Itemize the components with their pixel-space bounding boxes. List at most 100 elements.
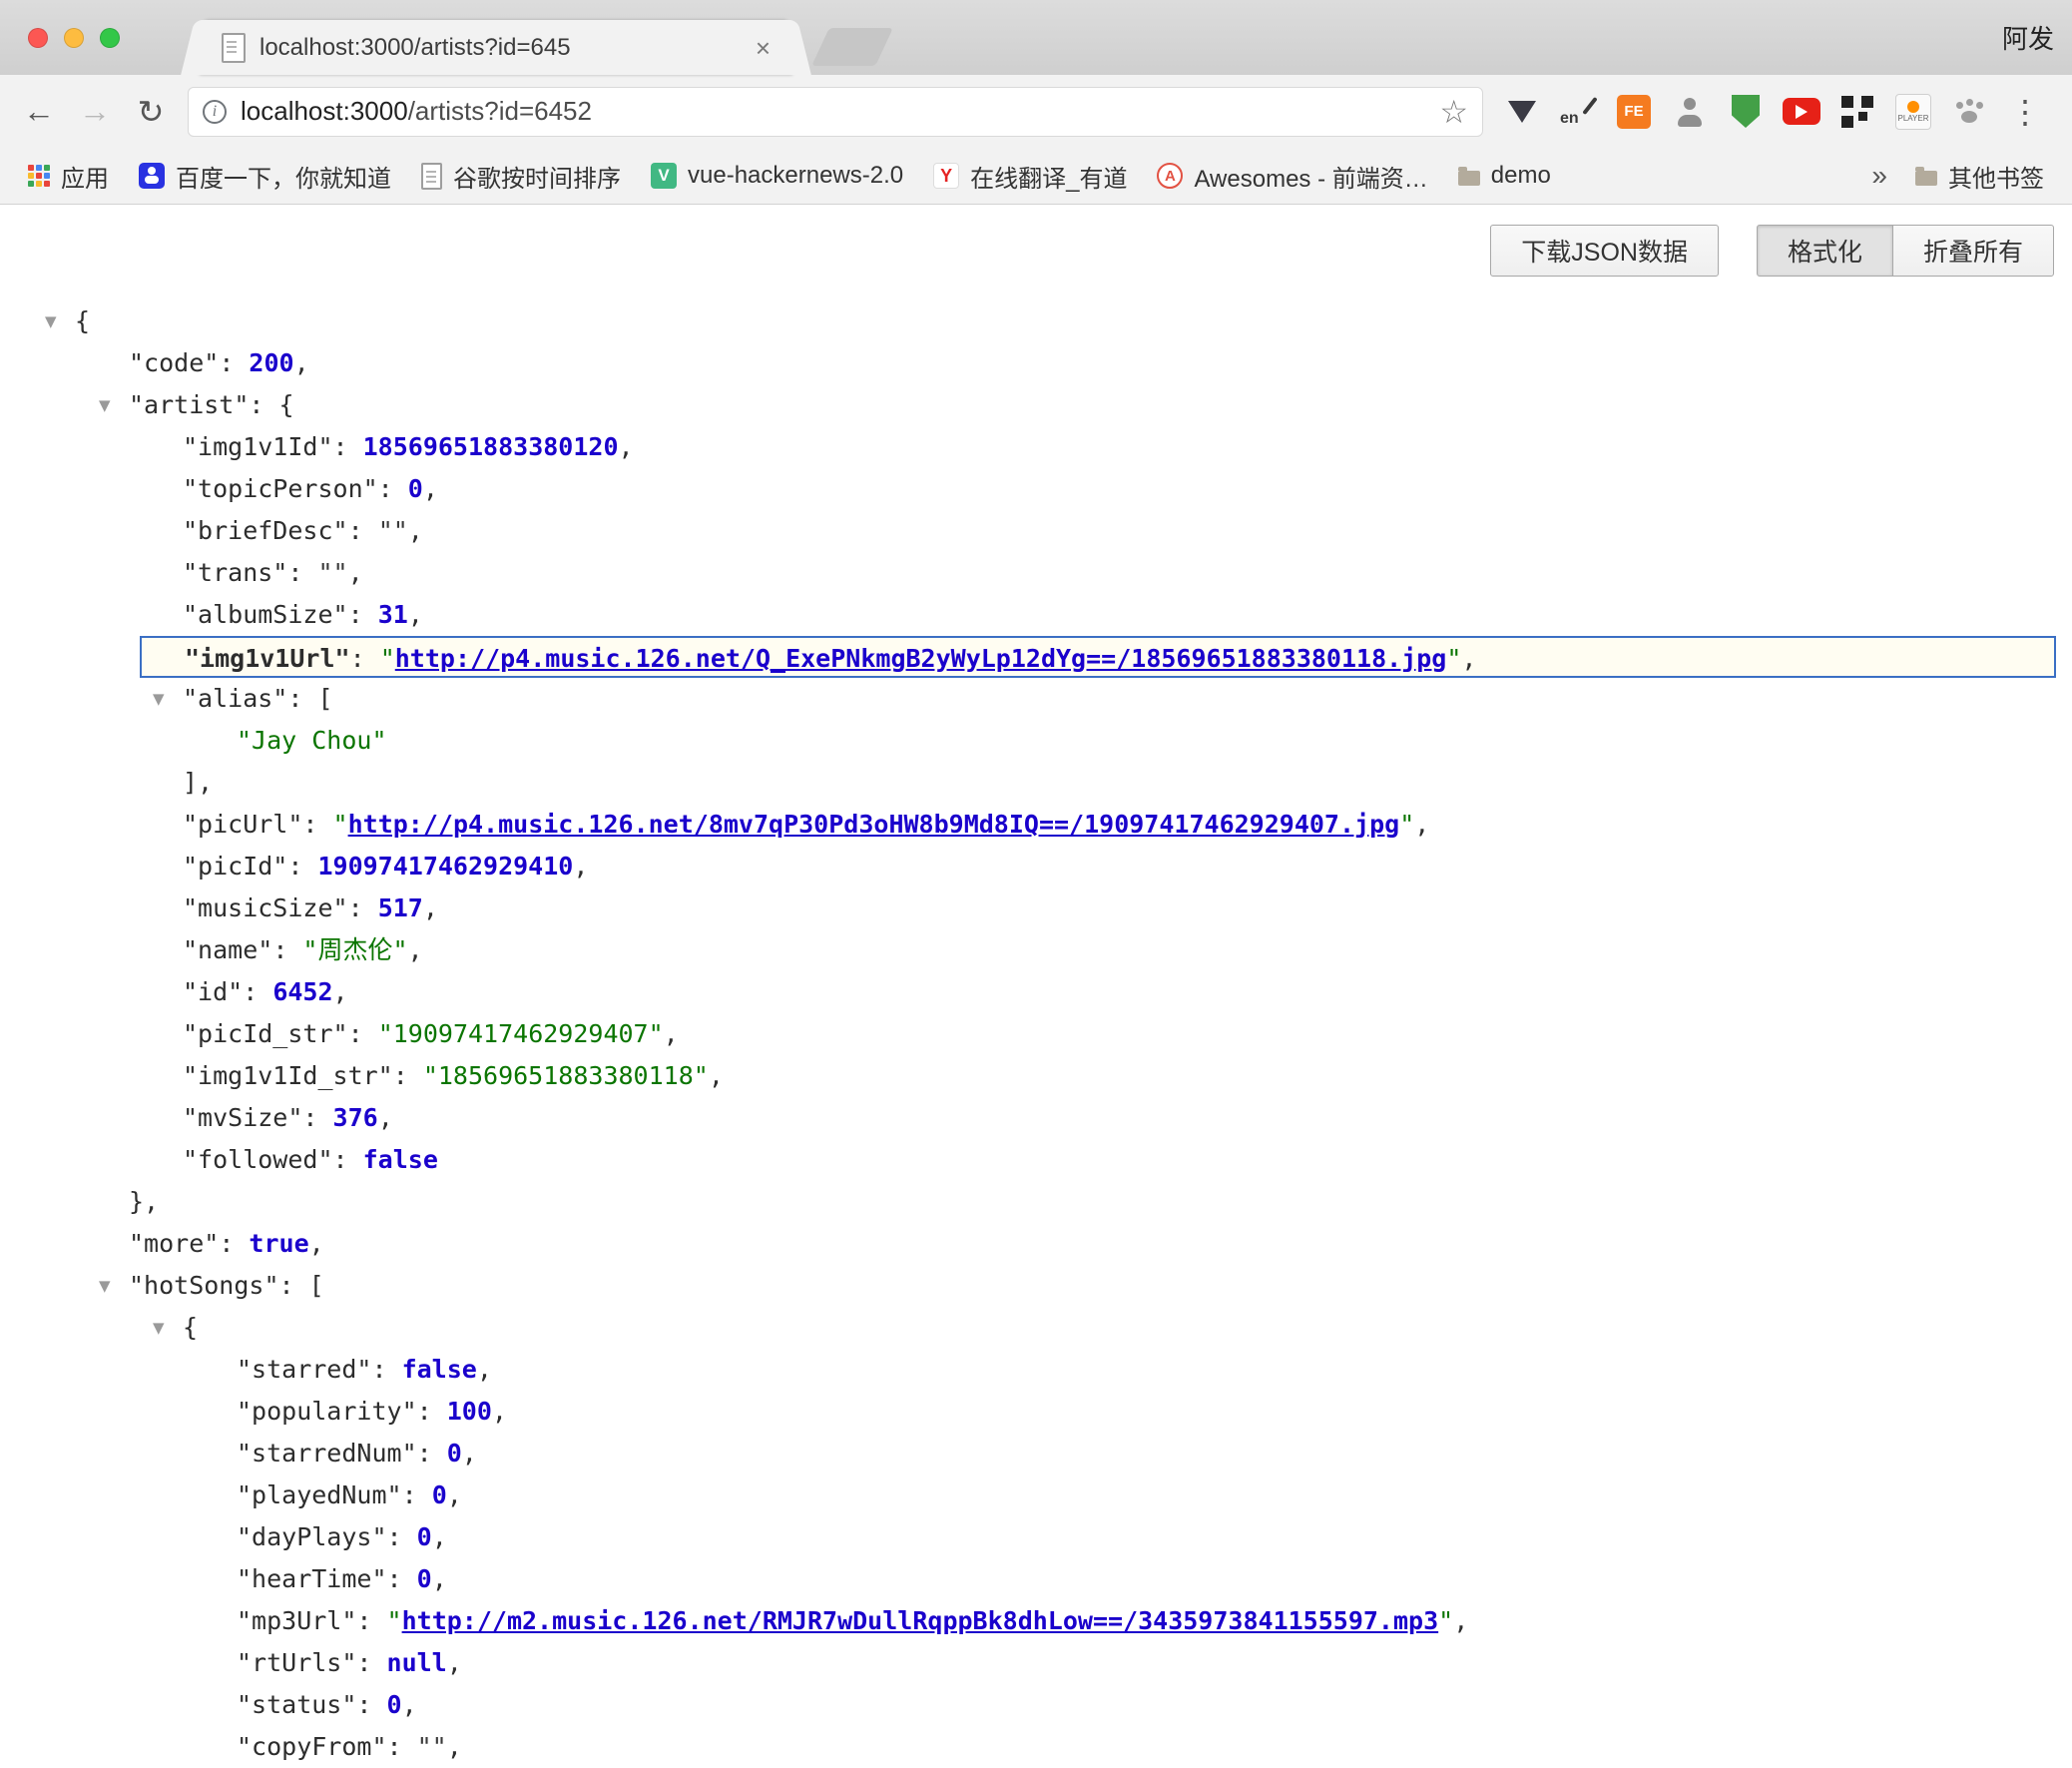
json-token-number: 31 [378,600,408,629]
json-token-punct: : [417,1397,447,1426]
json-token-number: 0 [408,474,423,503]
bookmark-label: Awesomes - 前端资… [1194,159,1427,194]
download-json-button[interactable]: 下载JSON数据 [1490,225,1719,277]
json-url-link[interactable]: http://p4.music.126.net/Q_ExePNkmgB2yWyL… [395,644,1447,673]
browser-window: { "window": { "profile_name": "阿发" }, "t… [0,0,2072,1751]
json-token-punct: , [408,935,423,964]
json-line: "starredNum": 0, [0,1433,2072,1474]
json-token-string: " [1446,644,1461,673]
collapse-toggle-icon[interactable]: ▼ [99,1265,111,1307]
json-line: "playedNum": 0, [0,1474,2072,1516]
json-token-key: "playedNum" [237,1480,402,1509]
window-close-button[interactable] [28,28,48,48]
back-button[interactable]: ← [14,87,64,137]
json-token-key: "topicPerson" [183,474,378,503]
bookmark-label: 应用 [61,159,109,194]
format-button[interactable]: 格式化 [1757,225,1893,277]
json-token-key: "starredNum" [237,1439,417,1468]
json-token-string: " [380,644,395,673]
json-token-punct: : [302,810,332,839]
json-token-string: " [333,810,348,839]
collapse-toggle-icon[interactable]: ▼ [45,300,57,342]
json-url-link[interactable]: http://m2.music.126.net/RMJR7wDullRqppBk… [402,1606,1439,1635]
bookmarks-bar: 应用 百度一下，你就知道 谷歌按时间排序 V vue-hackernews-2.… [0,148,2072,205]
extension-icon-profile[interactable] [1669,91,1711,133]
bookmarks-overflow-chevron[interactable]: » [1861,160,1897,192]
extension-icon-translate[interactable]: en [1557,91,1599,133]
extension-icon-player[interactable]: PLAYER [1892,91,1934,133]
json-token-punct: , [333,977,348,1006]
window-minimize-button[interactable] [64,28,84,48]
json-url-link[interactable]: http://p4.music.126.net/8mv7qP30Pd3oHW8b… [348,810,1400,839]
extension-icon-dark-flag[interactable] [1501,91,1543,133]
json-token-punct: : [387,1732,417,1761]
bookmark-item-awesomes[interactable]: A Awesomes - 前端资… [1145,154,1439,198]
json-token-punct: : [333,1145,363,1174]
extension-icon-paw[interactable] [1948,91,1990,133]
json-token-key: "albumSize" [183,600,348,629]
url-text[interactable]: localhost:3000/artists?id=6452 [241,96,1439,127]
bookmark-item-vue-hackernews[interactable]: V vue-hackernews-2.0 [639,154,915,198]
window-fullscreen-button[interactable] [100,28,120,48]
json-token-number: 6452 [272,977,332,1006]
page-info-icon[interactable]: i [203,100,227,124]
extension-icon-shield[interactable] [1725,91,1767,133]
extension-icon-qrcode[interactable] [1836,91,1878,133]
json-token-punct: , [447,1480,462,1509]
reload-button[interactable]: ↻ [126,87,176,137]
player-icon: PLAYER [1895,94,1931,130]
json-token-string: "18569651883380118" [423,1061,709,1090]
extension-icon-fe[interactable]: FE [1613,91,1655,133]
json-line: "musicSize": 517, [0,887,2072,929]
bookmark-item-baidu[interactable]: 百度一下，你就知道 [127,154,403,198]
json-token-string-empty: "" [317,558,347,587]
json-token-key: "img1v1Id_str" [183,1061,393,1090]
url-path: /artists?id=6452 [408,96,592,126]
json-token-key: "status" [237,1690,356,1719]
bookmark-other-bookmarks[interactable]: 其他书签 [1903,154,2056,198]
json-token-key: "rtUrls" [237,1648,356,1677]
json-line: "mvSize": 376, [0,1097,2072,1139]
extension-strip: en FE PLAYER ⋮ [1501,91,2046,133]
json-token-punct: : [348,1019,378,1048]
collapse-toggle-icon[interactable]: ▼ [153,678,165,720]
json-token-punct: : [378,474,408,503]
json-line: ], [0,762,2072,804]
json-token-key: "hotSongs" [129,1271,279,1300]
url-host: localhost:3000 [241,96,408,126]
json-token-key: "followed" [183,1145,333,1174]
collapse-toggle-icon[interactable]: ▼ [153,1307,165,1349]
json-token-number: 100 [447,1397,492,1426]
json-line: "topicPerson": 0, [0,468,2072,510]
json-token-punct: : [356,1648,386,1677]
browser-menu-button[interactable]: ⋮ [2004,91,2046,133]
json-token-key: "starred" [237,1355,371,1384]
json-token-punct: , [447,1648,462,1677]
address-bar[interactable]: i localhost:3000/artists?id=6452 ☆ [188,87,1483,137]
collapse-all-button[interactable]: 折叠所有 [1892,225,2054,277]
json-line: "starred": false, [0,1349,2072,1391]
bookmark-item-demo[interactable]: demo [1446,154,1563,198]
collapse-toggle-icon[interactable]: ▼ [99,384,111,426]
json-line: "trans": "", [0,552,2072,594]
json-token-punct: , [423,474,438,503]
json-token-key: "briefDesc" [183,516,348,545]
browser-tab[interactable]: localhost:3000/artists?id=645 × [200,20,792,75]
fe-badge: FE [1617,95,1651,129]
bookmark-item-youdao[interactable]: Y 在线翻译_有道 [921,154,1139,198]
json-token-punct: : [417,1439,447,1468]
extension-icon-youtube[interactable] [1781,91,1822,133]
bookmark-star-icon[interactable]: ☆ [1439,93,1468,131]
json-token-punct: : { [249,390,293,419]
bookmark-item-google-sort[interactable]: 谷歌按时间排序 [409,154,633,198]
bookmark-apps[interactable]: 应用 [16,154,121,198]
folder-icon [1915,171,1937,186]
new-tab-button[interactable] [811,28,893,66]
json-token-key: "img1v1Id" [183,432,333,461]
json-token-null: null [387,1648,447,1677]
json-line: "rtUrls": null, [0,1642,2072,1684]
bookmark-label: vue-hackernews-2.0 [688,162,903,190]
tab-close-icon[interactable]: × [756,35,771,61]
json-token-punct: : [387,1522,417,1551]
json-token-punct: : [387,1564,417,1593]
